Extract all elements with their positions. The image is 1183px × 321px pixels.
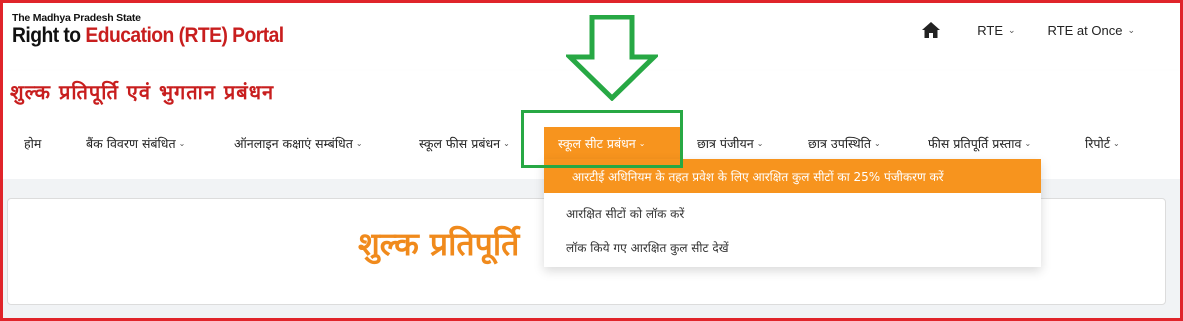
site-logo[interactable]: The Madhya Pradesh State Right to Educat…	[12, 13, 307, 48]
logo-subtitle: The Madhya Pradesh State	[12, 12, 141, 24]
top-nav-rte-at-once[interactable]: RTE at Once ⌄	[1048, 23, 1135, 38]
chevron-down-icon: ⌄	[1127, 24, 1135, 35]
annotation-highlight-box	[521, 110, 683, 168]
chevron-down-icon: ⌄	[1113, 138, 1120, 148]
dropdown-item-view-locked-seats[interactable]: लॉक किये गए आरक्षित कुल सीट देखें	[544, 230, 1041, 264]
dropdown-item-lock-reserved-seats[interactable]: आरक्षित सीटों को लॉक करें	[544, 196, 1041, 230]
nav-item-school-fees[interactable]: स्कूल फीस प्रबंधन ⌄	[419, 127, 510, 159]
chevron-down-icon: ⌄	[1024, 138, 1032, 148]
nav-item-home[interactable]: होम	[24, 127, 41, 159]
content-title: शुल्क प्रतिपूर्ति	[358, 225, 520, 263]
nav-item-label: होम	[24, 135, 42, 151]
nav-item-label: छात्र उपस्थिति	[808, 135, 872, 151]
nav-item-online-classes[interactable]: ऑनलाइन कक्षाएं सम्बंधित ⌄	[234, 127, 363, 159]
chevron-down-icon: ⌄	[503, 138, 510, 148]
dropdown-item-label: आरक्षित सीटों को लॉक करें	[566, 206, 685, 221]
nav-item-label: फीस प्रतिपूर्ति प्रस्ताव	[928, 135, 1022, 151]
home-icon[interactable]	[921, 21, 941, 39]
nav-item-student-registration[interactable]: छात्र पंजीयन ⌄	[697, 127, 763, 159]
chevron-down-icon: ⌄	[874, 138, 881, 148]
nav-item-fee-reimbursement-proposal[interactable]: फीस प्रतिपूर्ति प्रस्ताव ⌄	[928, 127, 1031, 159]
top-nav: RTE ⌄ RTE at Once ⌄	[921, 21, 1135, 39]
dropdown-item-label: आरटीई अधिनियम के तहत प्रवेश के लिए आरक्ष…	[572, 169, 944, 184]
nav-item-label: स्कूल फीस प्रबंधन	[419, 135, 501, 151]
nav-item-bank-details[interactable]: बैंक विवरण संबंधित ⌄	[86, 127, 185, 159]
chevron-down-icon: ⌄	[355, 138, 363, 148]
nav-item-label: छात्र पंजीयन	[697, 135, 754, 151]
annotation-arrow-down-icon	[566, 15, 658, 101]
nav-item-label: ऑनलाइन कक्षाएं सम्बंधित	[234, 135, 353, 151]
chevron-down-icon: ⌄	[756, 138, 764, 148]
nav-item-label: बैंक विवरण संबंधित	[86, 135, 176, 151]
nav-item-student-attendance[interactable]: छात्र उपस्थिति ⌄	[808, 127, 881, 159]
top-nav-rte-label: RTE	[977, 22, 1003, 38]
top-nav-rte[interactable]: RTE ⌄	[977, 23, 1015, 38]
logo-title-prefix: Right to	[12, 24, 86, 47]
page-heading: शुल्क प्रतिपूर्ति एवं भुगतान प्रबंधन	[10, 80, 275, 104]
school-seats-dropdown: आरटीई अधिनियम के तहत प्रवेश के लिए आरक्ष…	[544, 159, 1041, 267]
logo-title-main: Education (RTE) Portal	[85, 24, 284, 47]
dropdown-item-label: लॉक किये गए आरक्षित कुल सीट देखें	[566, 240, 729, 255]
chevron-down-icon: ⌄	[178, 138, 186, 148]
top-nav-rte-at-once-label: RTE at Once	[1047, 22, 1123, 38]
nav-item-reports[interactable]: रिपोर्ट ⌄	[1085, 127, 1120, 159]
nav-item-label: रिपोर्ट	[1085, 135, 1110, 151]
logo-title: Right to Education (RTE) Portal	[12, 24, 284, 48]
chevron-down-icon: ⌄	[1008, 24, 1016, 35]
